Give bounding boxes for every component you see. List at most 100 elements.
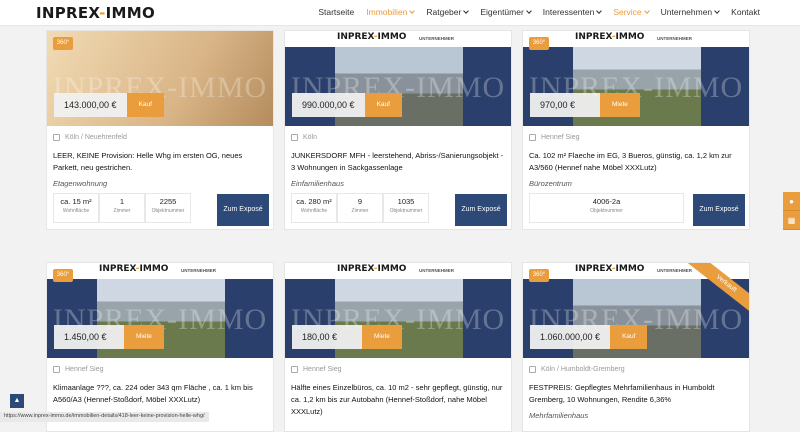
- stat-label: Zimmer: [338, 208, 382, 214]
- location-text: Köln / Neuehrenfeld: [65, 134, 127, 141]
- stat-value: 4006-2a: [530, 197, 683, 206]
- stat-label: Objektnummer: [146, 208, 190, 214]
- stat-label: Objektnummer: [384, 208, 428, 214]
- calculator-icon[interactable]: ▦: [783, 211, 800, 230]
- banner-logo: INPREX-IMMO: [99, 264, 168, 274]
- property-card[interactable]: INPREX-IMMO360°143.000,00 €KaufKöln / Ne…: [46, 30, 274, 230]
- offer-type: Miete: [124, 325, 164, 349]
- property-category: Etagenwohnung: [53, 179, 267, 188]
- stat-value: 2255: [146, 197, 190, 206]
- expose-button[interactable]: Zum Exposé: [693, 194, 745, 226]
- property-stats: ca. 15 m² Wohnfläche1Zimmer2255 Objektnumm…: [53, 193, 191, 223]
- nav-item-immobilien[interactable]: Immobilien: [366, 7, 414, 17]
- nav-item-ratgeber[interactable]: Ratgeber: [426, 7, 468, 17]
- price-bar: 970,00 €Miete: [530, 93, 640, 117]
- property-card[interactable]: INPREX-IMMO UNTERNEHMERINPREX-IMMO 990.000…: [284, 30, 512, 230]
- stat-box: ca. 15 m² Wohnfläche: [53, 193, 99, 223]
- nav-label: Kontakt: [731, 7, 760, 17]
- property-title[interactable]: Ca. 102 m² Flaeche im EG, 3 Bueros, güns…: [529, 150, 743, 175]
- property-stats: 4006-2a Objektnummer: [529, 193, 684, 223]
- nav-label: Startseite: [318, 7, 354, 17]
- price-bar: 143.000,00 €Kauf: [54, 93, 164, 117]
- property-card[interactable]: INPREX-IMMOUNTERNEHMERINPREX-IMMO360°1.4…: [46, 262, 274, 432]
- nav-item-eigentümer[interactable]: Eigentümer: [480, 7, 530, 17]
- property-title[interactable]: Klimaanlage ???, ca. 224 oder 343 qm Flä…: [53, 382, 267, 407]
- badge-360: 360°: [53, 37, 73, 50]
- scroll-top-button[interactable]: ▲: [10, 394, 24, 408]
- location-text: Köln / Humboldt-Gremberg: [541, 366, 625, 373]
- stat-label: Wohnfläche: [54, 208, 98, 214]
- price: 990.000,00 €: [292, 93, 365, 117]
- property-title[interactable]: JUNKERSDORF MFH - leerstehend, Abriss-/S…: [291, 150, 505, 175]
- stat-box: 2255 Objektnummer: [145, 193, 191, 223]
- price: 143.000,00 €: [54, 93, 127, 117]
- nav-item-unternehmen[interactable]: Unternehmen: [661, 7, 720, 17]
- price: 970,00 €: [530, 93, 600, 117]
- property-category: Bürozentrum: [529, 179, 743, 188]
- property-stats: ca. 280 m²Wohnfläche9Zimmer1035Objektnum…: [291, 193, 429, 223]
- site-logo[interactable]: INPREX-IMMO: [36, 4, 155, 22]
- badge-360: 360°: [53, 269, 73, 282]
- banner-logo: INPREX-IMMO: [575, 32, 644, 42]
- property-card[interactable]: INPREX-IMMOUNTERNEHMERINPREX-IMMO180,00 …: [284, 262, 512, 432]
- property-image[interactable]: INPREX-IMMO UNTERNEHMERINPREX-IMMO 990.000…: [285, 31, 511, 126]
- property-image[interactable]: INPREX-IMMOUNTERNEHMERINPREX-IMMO360°Ver…: [523, 263, 749, 358]
- price-bar: 1.060.000,00 €Kauf: [530, 325, 647, 349]
- property-title[interactable]: Hälfte eines Einzelbüros, ca. 10 m2 - se…: [291, 382, 505, 418]
- card-body: Hennef Sieg Klimaanlage ???, ca. 224 oder…: [47, 358, 273, 407]
- expose-button[interactable]: Zum Exposé: [217, 194, 269, 226]
- location: Köln: [291, 134, 505, 141]
- status-bar-url: https://www.inprex-immo.de/immobilien-de…: [0, 412, 209, 422]
- chevron-down-icon: [596, 8, 602, 14]
- property-title[interactable]: LEER, KEINE Provision: Helle Whg im erst…: [53, 150, 267, 175]
- stat-box: 4006-2a Objektnummer: [529, 193, 684, 223]
- nav-item-service[interactable]: Service: [613, 7, 648, 17]
- property-image[interactable]: INPREX-IMMO360°143.000,00 €Kauf: [47, 31, 273, 126]
- main-nav: Startseite Immobilien Ratgeber Eigentümer In…: [318, 7, 760, 17]
- property-image[interactable]: INPREX-IMMOUNTERNEHMERINPREX-IMMO180,00 …: [285, 263, 511, 358]
- banner-logo: INPREX-IMMO: [337, 32, 406, 42]
- chevron-down-icon: [463, 8, 469, 14]
- location-pin-icon: [53, 366, 60, 373]
- brand-banner: INPREX-IMMOUNTERNEHMER: [47, 263, 273, 279]
- nav-label: Interessenten: [543, 7, 595, 17]
- card-body: Hennef Sieg Ca. 102 m² Flaeche im EG, 3 B…: [523, 126, 749, 188]
- brand-banner: INPREX-IMMOUNTERNEHMER: [285, 263, 511, 279]
- card-body: Köln / Humboldt-Gremberg FESTPREIS: Gepfl…: [523, 358, 749, 420]
- price-bar: 180,00 €Miete: [292, 325, 402, 349]
- stat-value: ca. 15 m²: [54, 197, 98, 206]
- banner-subtitle: UNTERNEHMER: [657, 268, 692, 273]
- property-image[interactable]: INPREX-IMMOUNTERNEHMERINPREX-IMMO360°1.4…: [47, 263, 273, 358]
- brand-banner: INPREX-IMMO UNTERNEHMER: [285, 31, 511, 47]
- offer-type: Kauf: [127, 93, 164, 117]
- price-bar: 990.000,00 €Kauf: [292, 93, 402, 117]
- stat-label: Objektnummer: [530, 208, 683, 214]
- card-body: Köln / Neuehrenfeld LEER, KEINE Provision…: [47, 126, 273, 188]
- location: Hennef Sieg: [529, 134, 743, 141]
- card-body: Hennef SiegHälfte eines Einzelbüros, ca.…: [285, 358, 511, 418]
- nav-label: Eigentümer: [480, 7, 523, 17]
- expose-button[interactable]: Zum Exposé: [455, 194, 507, 226]
- stat-value: 1: [100, 197, 144, 206]
- banner-subtitle: UNTERNEHMER: [419, 36, 454, 41]
- chevron-down-icon: [714, 8, 720, 14]
- location-text: Hennef Sieg: [65, 366, 104, 373]
- property-card[interactable]: INPREX-IMMOUNTERNEHMERINPREX-IMMO360°970…: [522, 30, 750, 230]
- nav-item-kontakt[interactable]: Kontakt: [731, 7, 760, 17]
- location-pin-icon: [53, 134, 60, 141]
- location: Hennef Sieg: [53, 366, 267, 373]
- nav-item-interessenten[interactable]: Interessenten: [543, 7, 602, 17]
- nav-label: Immobilien: [366, 7, 407, 17]
- property-title[interactable]: FESTPREIS: Gepflegtes Mehrfamilienhaus i…: [529, 382, 743, 407]
- location-pin-icon: [291, 134, 298, 141]
- location: Köln / Humboldt-Gremberg: [529, 366, 743, 373]
- stat-value: 9: [338, 197, 382, 206]
- nav-label: Unternehmen: [661, 7, 713, 17]
- stat-box: 1Zimmer: [99, 193, 145, 223]
- property-image[interactable]: INPREX-IMMOUNTERNEHMERINPREX-IMMO360°970…: [523, 31, 749, 126]
- contact-person-icon[interactable]: ●: [783, 192, 800, 211]
- nav-item-startseite[interactable]: Startseite: [318, 7, 354, 17]
- offer-type: Kauf: [365, 93, 402, 117]
- property-card[interactable]: INPREX-IMMOUNTERNEHMERINPREX-IMMO360°Ver…: [522, 262, 750, 432]
- property-category: Einfamilienhaus: [291, 179, 505, 188]
